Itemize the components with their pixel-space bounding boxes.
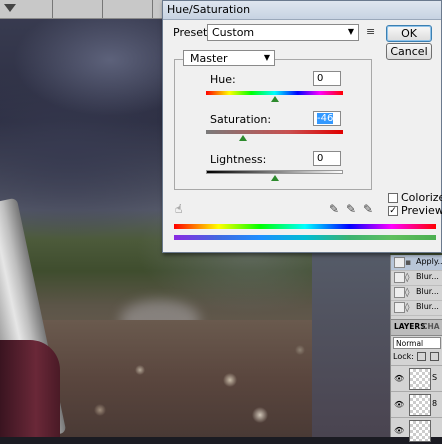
- history-item-label: Apply...: [416, 257, 442, 266]
- colorize-label: Colorize: [401, 191, 442, 204]
- lightness-label: Lightness:: [210, 153, 267, 166]
- eye-icon[interactable]: 👁: [394, 400, 404, 409]
- dialog-titlebar[interactable]: Hue/Saturation: [163, 1, 441, 20]
- history-item-label: Blur...: [416, 272, 439, 281]
- document-top-strip: [0, 0, 165, 19]
- saturation-slider-thumb[interactable]: [238, 135, 247, 141]
- eyedropper-plus-icon[interactable]: ✎: [346, 202, 356, 216]
- history-item[interactable]: ◊ Blur...: [391, 270, 442, 286]
- preset-value: Custom: [212, 26, 255, 39]
- history-item[interactable]: ◊ Blur...: [391, 300, 442, 316]
- lightness-slider-thumb[interactable]: [270, 175, 279, 181]
- history-snapshot-box[interactable]: [394, 302, 405, 313]
- ruler-tick: [52, 0, 53, 18]
- colorize-checkbox[interactable]: [388, 193, 398, 203]
- hue-saturation-dialog: Hue/Saturation Preset: Custom ▼ ≡ OK Can…: [162, 0, 442, 253]
- saturation-label: Saturation:: [210, 113, 272, 126]
- output-color-bar: [174, 235, 436, 240]
- layer-row[interactable]: 👁: [391, 417, 442, 444]
- eye-icon[interactable]: 👁: [394, 426, 404, 435]
- lock-transparency-icon[interactable]: [417, 352, 427, 361]
- tab-channels[interactable]: CHA: [422, 322, 440, 331]
- triangle-icon: [4, 4, 16, 12]
- layer-link-icon: 8: [432, 399, 438, 408]
- burgundy-cloth: [0, 340, 60, 437]
- history-snapshot-box[interactable]: [394, 272, 405, 283]
- lock-label: Lock:: [393, 352, 414, 361]
- eye-icon[interactable]: 👁: [394, 374, 404, 383]
- layer-row[interactable]: 👁 S: [391, 365, 442, 392]
- blend-mode-select[interactable]: Normal: [393, 337, 441, 349]
- chevron-down-icon: ▼: [347, 27, 354, 36]
- layer-thumbnail: [409, 394, 431, 416]
- saturation-value: -46: [317, 113, 334, 124]
- history-item[interactable]: ▪ Apply...: [391, 255, 442, 271]
- channel-select[interactable]: Master ▼: [183, 50, 275, 66]
- preset-label: Preset:: [173, 26, 212, 39]
- hue-input[interactable]: 0: [313, 71, 341, 86]
- preview-label: Preview: [401, 204, 442, 217]
- saturation-slider-track[interactable]: [206, 130, 343, 134]
- saturation-input[interactable]: -46: [313, 111, 341, 126]
- layers-tab-bar: LAYERS CHA: [391, 319, 442, 336]
- history-snapshot-box[interactable]: [394, 257, 405, 268]
- layer-thumbnail: [409, 368, 431, 390]
- hue-label: Hue:: [210, 73, 236, 86]
- drop-icon: ◊: [405, 303, 410, 313]
- tab-layers[interactable]: LAYERS: [394, 322, 426, 331]
- dialog-title: Hue/Saturation: [167, 3, 251, 16]
- history-step-icon: ▪: [405, 258, 412, 268]
- document-area-strip: [312, 253, 390, 437]
- hue-value: 0: [317, 73, 324, 84]
- input-color-bar: [174, 224, 436, 229]
- drop-icon: ◊: [405, 288, 410, 298]
- list-menu-icon[interactable]: ≡: [366, 25, 375, 38]
- side-panels: ▪ Apply... ◊ Blur... ◊ Blur... ◊ Blur...…: [390, 255, 442, 442]
- hue-slider-thumb[interactable]: [270, 96, 279, 102]
- layer-row[interactable]: 👁 8: [391, 391, 442, 418]
- hue-slider-track[interactable]: [206, 91, 343, 95]
- history-snapshot-box[interactable]: [394, 287, 405, 298]
- history-item[interactable]: ◊ Blur...: [391, 285, 442, 301]
- eyedropper-icon[interactable]: ✎: [329, 202, 339, 216]
- lightness-input[interactable]: 0: [313, 151, 341, 166]
- lock-row: Lock:: [393, 352, 440, 361]
- preset-select[interactable]: Custom ▼: [207, 24, 359, 41]
- history-item-label: Blur...: [416, 302, 439, 311]
- drop-icon: ◊: [405, 273, 410, 283]
- chevron-down-icon: ▼: [263, 53, 270, 62]
- ok-button[interactable]: OK: [386, 25, 432, 42]
- preview-checkbox[interactable]: ✓: [388, 206, 398, 216]
- layer-name: S: [432, 373, 438, 382]
- ruler-tick: [102, 0, 103, 18]
- lock-pixels-icon[interactable]: [430, 352, 440, 361]
- channel-value: Master: [190, 52, 228, 65]
- lightness-slider-track[interactable]: [206, 170, 343, 174]
- on-image-adjust-icon[interactable]: ☝: [175, 202, 182, 216]
- eyedropper-minus-icon[interactable]: ✎: [363, 202, 373, 216]
- history-item-label: Blur...: [416, 287, 439, 296]
- ruler-tick: [152, 0, 153, 18]
- cancel-button[interactable]: Cancel: [386, 43, 432, 60]
- layer-thumbnail: [409, 420, 431, 442]
- lightness-value: 0: [317, 153, 324, 164]
